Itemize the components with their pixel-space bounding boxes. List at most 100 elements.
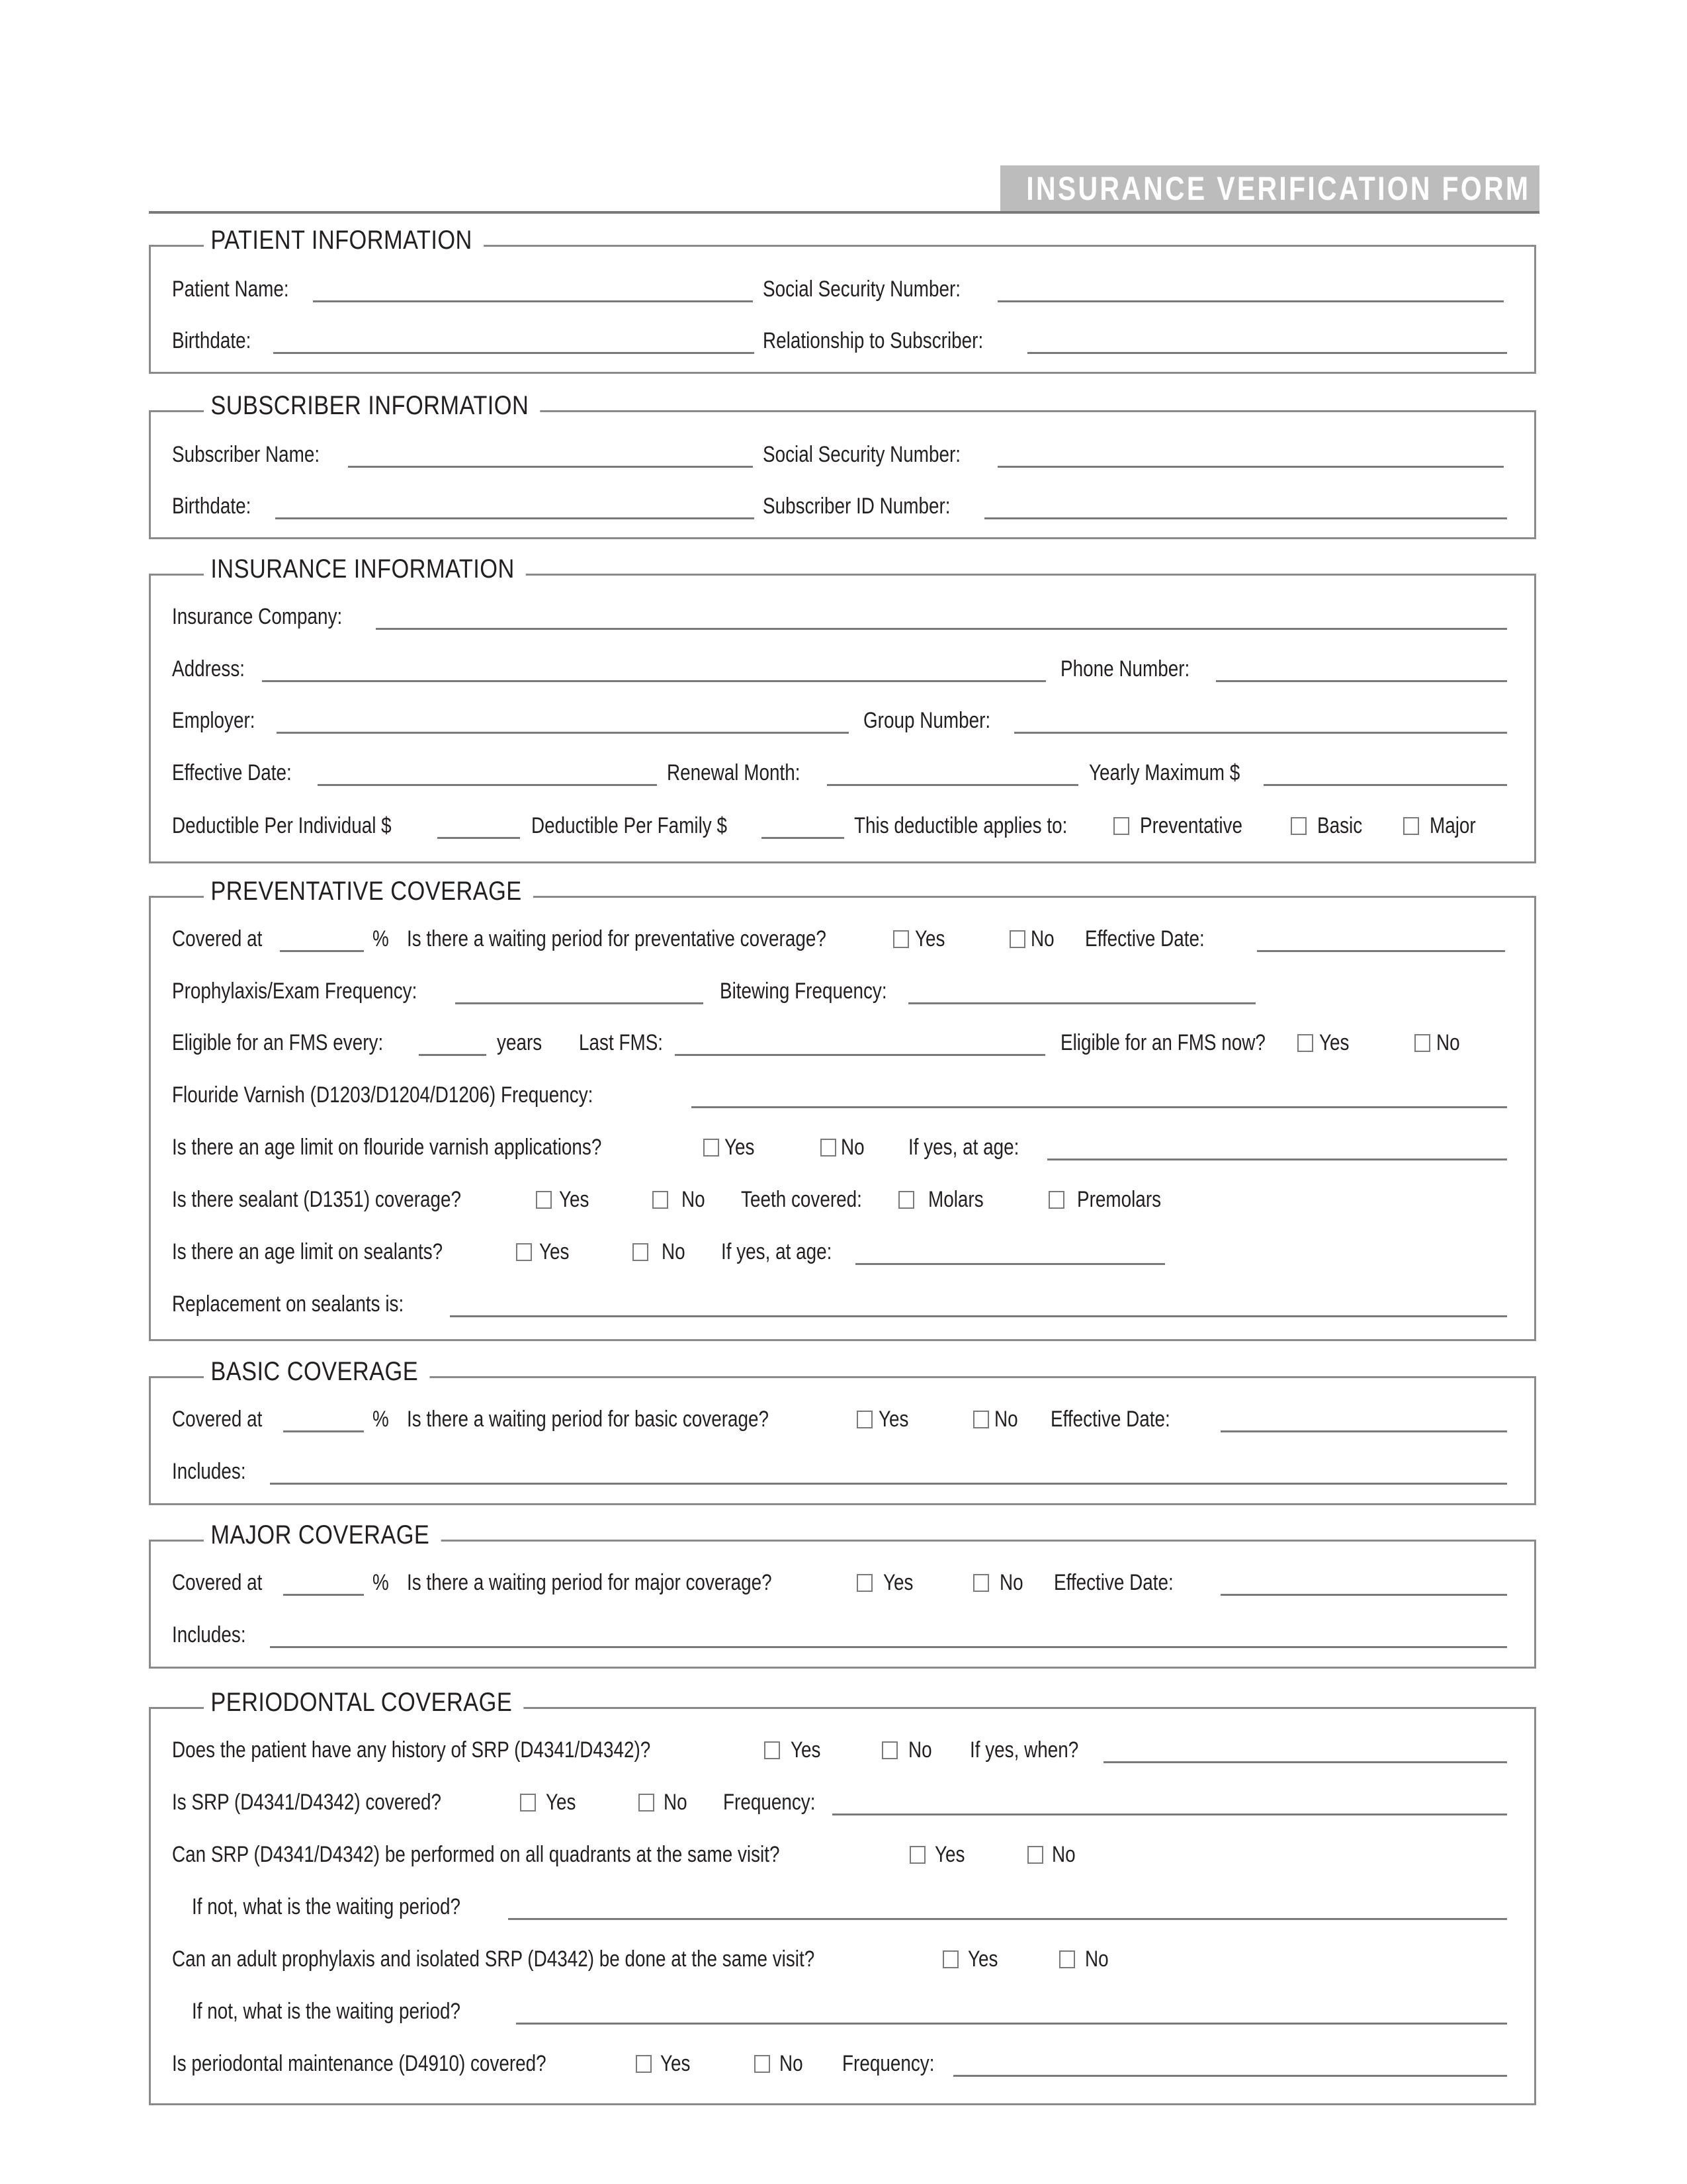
maintenance-question: Is periodontal maintenance (D4910) cover… [172, 2051, 546, 2076]
basic-effective-date-label: Effective Date: [1051, 1407, 1170, 1432]
fluoride-age-no-checkbox[interactable] [820, 1139, 836, 1157]
prophy-srp-no-checkbox[interactable] [1059, 1950, 1075, 1968]
deductible-individual-label: Deductible Per Individual $ [172, 813, 392, 838]
premolars-checkbox[interactable] [1049, 1191, 1064, 1209]
preventative-effective-date-field[interactable] [1257, 950, 1505, 952]
patient-birthdate-field[interactable] [273, 352, 754, 354]
effective-date-field[interactable] [318, 784, 657, 786]
phone-field[interactable] [1216, 680, 1507, 682]
srp-quadrants-no-checkbox[interactable] [1027, 1846, 1043, 1864]
section-heading: SUBSCRIBER INFORMATION [204, 391, 541, 421]
sealant-if-yes-age-label: If yes, at age: [721, 1239, 832, 1264]
prophy-waiting-field[interactable] [516, 2023, 1507, 2025]
covered-at-label: Covered at [172, 926, 263, 951]
yes-label: Yes [660, 2051, 691, 2076]
subscriber-information-section: SUBSCRIBER INFORMATION Subscriber Name: … [149, 391, 1536, 539]
address-field[interactable] [262, 680, 1046, 682]
major-effective-date-field[interactable] [1221, 1594, 1507, 1596]
basic-effective-date-field[interactable] [1221, 1430, 1507, 1432]
sealant-age-no-checkbox[interactable] [632, 1243, 648, 1261]
major-waiting-no-checkbox[interactable] [973, 1574, 989, 1592]
fluoride-age-yes-checkbox[interactable] [703, 1139, 719, 1157]
srp-history-yes-checkbox[interactable] [764, 1741, 780, 1759]
deductible-family-field[interactable] [761, 837, 844, 839]
srp-covered-yes-checkbox[interactable] [520, 1794, 536, 1812]
last-fms-field[interactable] [675, 1054, 1045, 1056]
patient-ssn-field[interactable] [998, 300, 1504, 302]
yes-label: Yes [791, 1737, 821, 1763]
applies-preventative-checkbox[interactable] [1113, 817, 1129, 835]
prophy-srp-yes-checkbox[interactable] [943, 1950, 959, 1968]
deductible-individual-field[interactable] [437, 837, 520, 839]
sealant-age-yes-checkbox[interactable] [516, 1243, 532, 1261]
fms-now-no-checkbox[interactable] [1414, 1034, 1430, 1052]
basic-includes-field[interactable] [270, 1483, 1507, 1485]
sealant-replacement-field[interactable] [450, 1315, 1507, 1317]
sealant-no-checkbox[interactable] [652, 1191, 668, 1209]
srp-history-when-field[interactable] [1103, 1761, 1507, 1763]
major-includes-field[interactable] [270, 1646, 1507, 1648]
yes-label: Yes [546, 1790, 576, 1815]
preventative-waiting-yes-checkbox[interactable] [893, 930, 909, 948]
perio-row-history: Does the patient have any history of SRP… [151, 1734, 1534, 1767]
sealant-yes-checkbox[interactable] [536, 1191, 552, 1209]
patient-name-label: Patient Name: [172, 277, 289, 302]
no-label: No [908, 1737, 932, 1763]
maintenance-no-checkbox[interactable] [754, 2055, 770, 2073]
srp-covered-no-checkbox[interactable] [638, 1794, 654, 1812]
sealant-age-field[interactable] [855, 1263, 1165, 1265]
basic-waiting-no-checkbox[interactable] [973, 1411, 989, 1428]
fluoride-frequency-field[interactable] [691, 1106, 1507, 1108]
maintenance-yes-checkbox[interactable] [636, 2055, 652, 2073]
teeth-covered-label: Teeth covered: [741, 1187, 862, 1212]
quadrants-waiting-field[interactable] [508, 1918, 1507, 1920]
srp-quadrants-yes-checkbox[interactable] [910, 1846, 926, 1864]
major-waiting-yes-checkbox[interactable] [857, 1574, 873, 1592]
basic-percent-field[interactable] [283, 1430, 364, 1432]
percent-sign: % [372, 926, 389, 951]
perio-row-srp-covered: Is SRP (D4341/D4342) covered? Yes No Fre… [151, 1786, 1534, 1819]
perio-row-maintenance: Is periodontal maintenance (D4910) cover… [151, 2048, 1534, 2081]
bitewing-frequency-field[interactable] [908, 1002, 1256, 1004]
applies-basic-label: Basic [1317, 813, 1363, 838]
relationship-field[interactable] [1027, 352, 1507, 354]
preventative-waiting-no-checkbox[interactable] [1010, 930, 1025, 948]
srp-history-no-checkbox[interactable] [882, 1741, 898, 1759]
preventative-row-fms: Eligible for an FMS every: years Last FM… [151, 1027, 1534, 1060]
insurance-company-field[interactable] [376, 628, 1507, 630]
renewal-month-label: Renewal Month: [667, 760, 800, 785]
subscriber-name-field[interactable] [348, 466, 753, 468]
applies-major-checkbox[interactable] [1403, 817, 1419, 835]
srp-frequency-field[interactable] [832, 1813, 1507, 1815]
fms-years-field[interactable] [419, 1054, 486, 1056]
employer-label: Employer: [172, 708, 255, 733]
employer-field[interactable] [277, 732, 849, 734]
group-number-field[interactable] [1014, 732, 1507, 734]
yearly-maximum-field[interactable] [1264, 784, 1507, 786]
no-label: No [1085, 1946, 1109, 1972]
patient-name-field[interactable] [313, 300, 753, 302]
basic-waiting-yes-checkbox[interactable] [857, 1411, 873, 1428]
maintenance-frequency-field[interactable] [953, 2075, 1507, 2077]
prophy-frequency-field[interactable] [455, 1002, 703, 1004]
major-percent-field[interactable] [283, 1594, 364, 1596]
maintenance-frequency-label: Frequency: [842, 2051, 935, 2076]
phone-label: Phone Number: [1060, 656, 1190, 681]
preventative-percent-field[interactable] [280, 950, 364, 952]
subscriber-ssn-field[interactable] [998, 466, 1504, 468]
section-heading: PREVENTATIVE COVERAGE [204, 877, 533, 906]
insurance-row-dates: Effective Date: Renewal Month: Yearly Ma… [151, 757, 1534, 790]
applies-preventative-label: Preventative [1140, 813, 1242, 838]
applies-basic-checkbox[interactable] [1291, 817, 1307, 835]
renewal-month-field[interactable] [827, 784, 1078, 786]
molars-checkbox[interactable] [898, 1191, 914, 1209]
srp-if-yes-when-label: If yes, when? [970, 1737, 1079, 1763]
subscriber-birthdate-field[interactable] [275, 517, 754, 519]
subscriber-row-2: Birthdate: Subscriber ID Number: [151, 490, 1534, 523]
fms-now-yes-checkbox[interactable] [1297, 1034, 1313, 1052]
fluoride-age-field[interactable] [1047, 1158, 1507, 1160]
insurance-information-section: INSURANCE INFORMATION Insurance Company:… [149, 554, 1536, 863]
insurance-row-deductible: Deductible Per Individual $ Deductible P… [151, 810, 1534, 843]
subscriber-id-field[interactable] [984, 517, 1507, 519]
title-divider [149, 211, 1539, 214]
